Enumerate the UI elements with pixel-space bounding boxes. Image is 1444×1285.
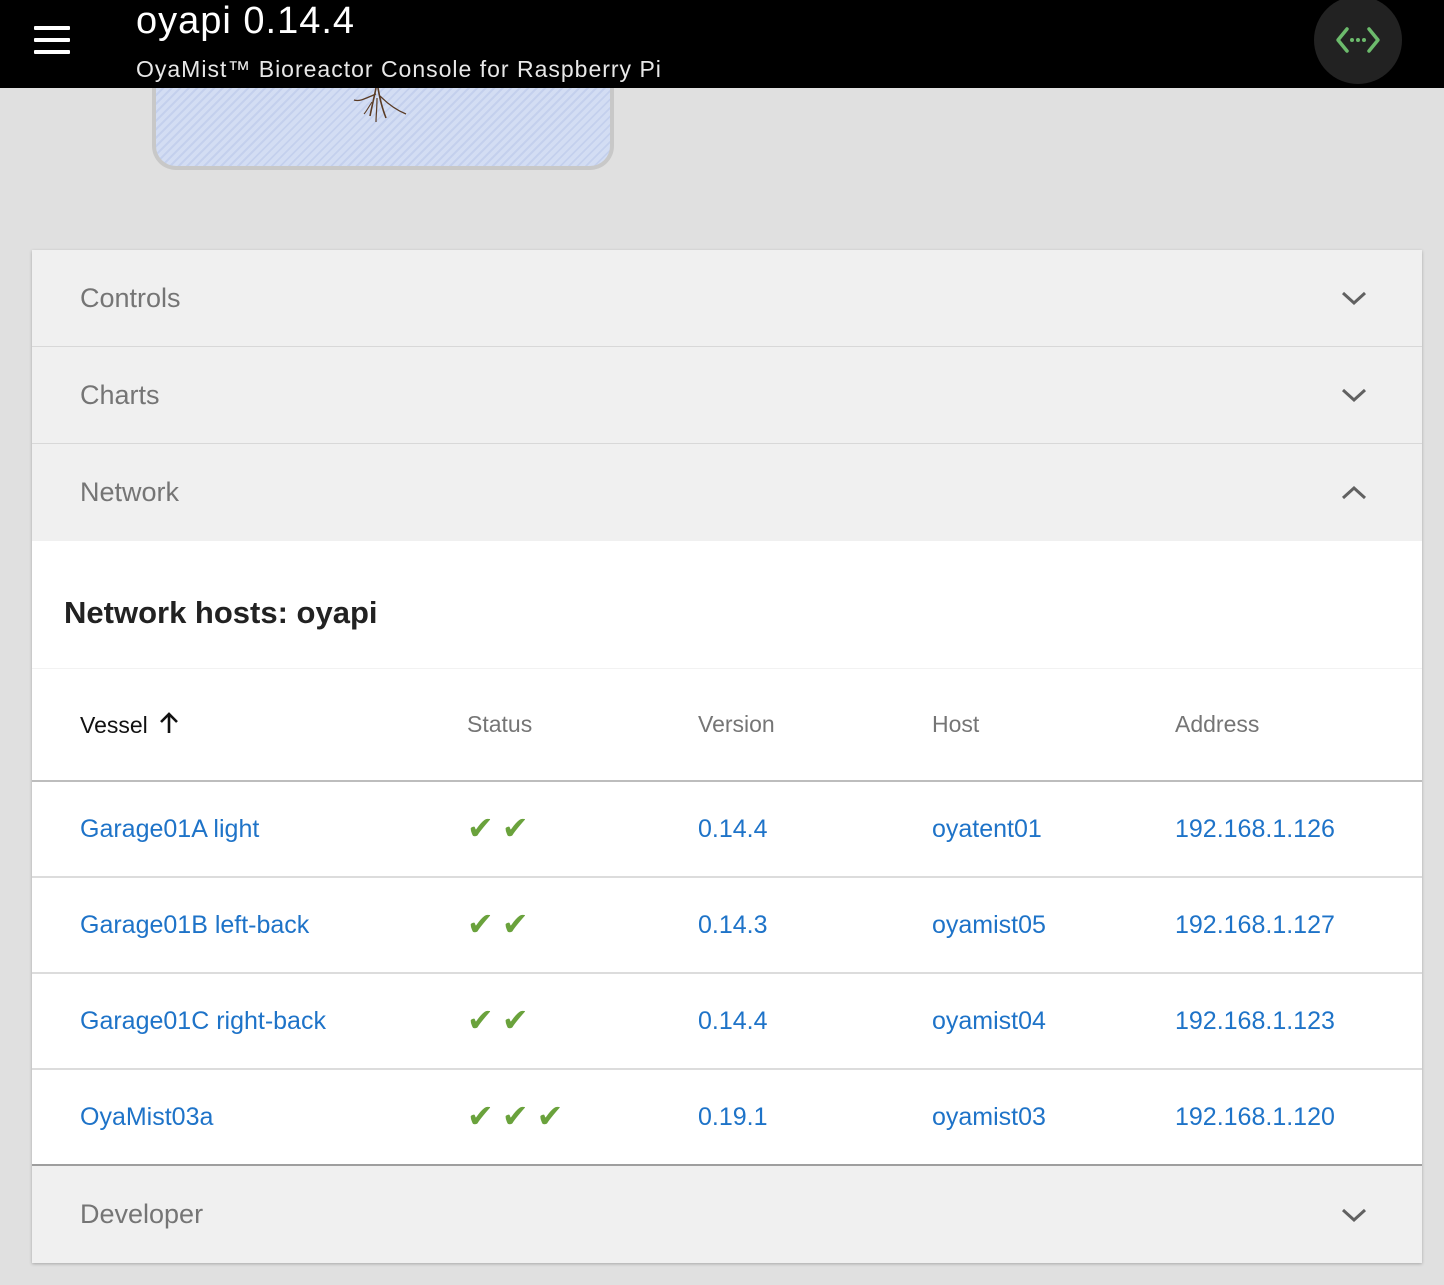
address-link[interactable]: 192.168.1.126 <box>1175 815 1335 843</box>
table-header-row: Vessel Status Version Host Address <box>32 669 1422 782</box>
vessel-link[interactable]: Garage01B left-back <box>80 911 309 939</box>
status-check-icons: ✔✔ <box>467 809 537 847</box>
status-check-icons: ✔✔✔ <box>467 1097 572 1135</box>
panel-label: Controls <box>80 282 181 313</box>
chevron-down-icon[interactable] <box>1338 379 1370 411</box>
column-header-version[interactable]: Version <box>698 669 932 782</box>
panel-network[interactable]: Network <box>32 444 1422 541</box>
vessel-link[interactable]: OyaMist03a <box>80 1103 213 1131</box>
table-row: Garage01C right-back ✔✔ 0.14.4 oyamist04… <box>32 973 1422 1070</box>
chevron-down-icon[interactable] <box>1338 282 1370 314</box>
panel-label: Developer <box>80 1199 204 1229</box>
panel-developer[interactable]: Developer <box>32 1166 1422 1263</box>
host-link[interactable]: oyamist05 <box>932 911 1046 939</box>
version-link[interactable]: 0.14.4 <box>698 815 768 843</box>
panel-label: Network <box>80 477 180 507</box>
app-title: oyapi 0.14.4 <box>136 0 356 42</box>
panel-controls[interactable]: Controls <box>32 250 1422 347</box>
version-link[interactable]: 0.14.3 <box>698 911 768 939</box>
column-header-address[interactable]: Address <box>1175 669 1422 782</box>
host-link[interactable]: oyamist03 <box>932 1103 1046 1131</box>
plant-roots-icon <box>353 88 407 123</box>
status-check-icons: ✔✔ <box>467 905 537 943</box>
panel-label: Charts <box>80 379 160 410</box>
version-link[interactable]: 0.19.1 <box>698 1103 768 1131</box>
vessel-link[interactable]: Garage01C right-back <box>80 1007 326 1035</box>
table-row: Garage01A light ✔✔ 0.14.4 oyatent01 192.… <box>32 781 1422 878</box>
host-link[interactable]: oyatent01 <box>932 815 1042 843</box>
app-bar: oyapi 0.14.4 OyaMist™ Bioreactor Console… <box>0 0 1444 88</box>
column-header-host[interactable]: Host <box>932 669 1175 782</box>
vessel-link[interactable]: Garage01A light <box>80 815 259 843</box>
status-check-icons: ✔✔ <box>467 1001 537 1039</box>
network-hosts-table: Vessel Status Version Host Address Garag… <box>32 669 1422 1166</box>
address-link[interactable]: 192.168.1.120 <box>1175 1103 1335 1131</box>
table-row: OyaMist03a ✔✔✔ 0.19.1 oyamist03 192.168.… <box>32 1069 1422 1166</box>
app-subtitle: OyaMist™ Bioreactor Console for Raspberr… <box>136 56 662 82</box>
code-arrows-icon <box>1336 27 1380 53</box>
status-button[interactable] <box>1314 0 1402 84</box>
version-link[interactable]: 0.14.4 <box>698 1007 768 1035</box>
panel-charts[interactable]: Charts <box>32 347 1422 444</box>
chevron-down-icon[interactable] <box>1338 1199 1370 1231</box>
expansion-panels: Controls Charts Network Network hosts: o… <box>32 250 1422 1263</box>
address-link[interactable]: 192.168.1.123 <box>1175 1007 1335 1035</box>
column-header-label: Vessel <box>80 711 148 738</box>
network-card-title: Network hosts: oyapi <box>32 541 1422 669</box>
address-link[interactable]: 192.168.1.127 <box>1175 911 1335 939</box>
hamburger-menu-icon[interactable] <box>26 18 78 62</box>
host-link[interactable]: oyamist04 <box>932 1007 1046 1035</box>
table-row: Garage01B left-back ✔✔ 0.14.3 oyamist05 … <box>32 877 1422 974</box>
network-panel-body: Network hosts: oyapi Vessel Status Versi… <box>32 541 1422 1166</box>
chevron-up-icon[interactable] <box>1338 477 1370 509</box>
column-header-status[interactable]: Status <box>467 669 698 782</box>
arrow-up-icon[interactable] <box>158 711 180 735</box>
column-header-vessel[interactable]: Vessel <box>32 669 467 782</box>
